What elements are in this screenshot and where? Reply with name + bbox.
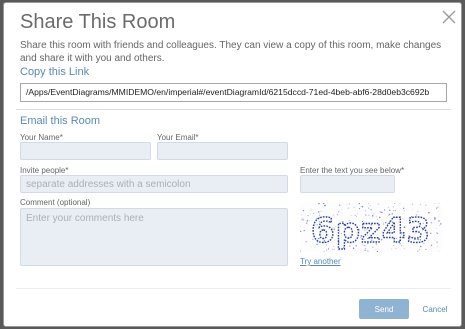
captcha-noise-dot xyxy=(347,207,349,209)
share-room-dialog: Share This Room Share this room with fri… xyxy=(3,2,462,327)
captcha-noise-dot xyxy=(339,204,341,206)
captcha-noise-dot xyxy=(302,219,304,221)
your-name-label: Your Name* xyxy=(20,133,63,142)
captcha-noise-dot xyxy=(301,219,303,221)
captcha-noise-dot xyxy=(392,206,394,208)
captcha-noise-dot xyxy=(301,214,303,216)
email-room-heading: Email this Room xyxy=(20,115,101,127)
captcha-noise-dot xyxy=(353,206,355,208)
captcha-noise-dot xyxy=(308,219,310,221)
captcha-noise-dot xyxy=(424,208,426,210)
captcha-noise-dot xyxy=(306,222,308,224)
captcha-noise-dot xyxy=(346,203,348,205)
captcha-noise-dot xyxy=(411,209,413,211)
cancel-button[interactable]: Cancel xyxy=(417,299,453,319)
captcha-noise-dot xyxy=(300,230,302,232)
captcha-noise-dot xyxy=(307,215,309,217)
captcha-noise-dot xyxy=(361,205,364,208)
invite-people-label: Invite people* xyxy=(20,166,69,175)
captcha-noise-dot xyxy=(318,203,320,205)
captcha-noise-dot xyxy=(440,223,442,225)
close-icon[interactable] xyxy=(441,9,457,25)
captcha-noise-dot xyxy=(434,239,436,241)
try-another-link[interactable]: Try another xyxy=(300,257,341,266)
captcha-noise-dot xyxy=(303,229,305,232)
captcha-noise-dot xyxy=(411,203,413,205)
section-divider xyxy=(16,109,451,110)
captcha-noise-dot xyxy=(310,208,312,209)
captcha-noise-dot xyxy=(393,203,396,204)
captcha-noise-dot xyxy=(322,203,325,204)
captcha-text: 6pz43 xyxy=(311,211,431,251)
captcha-noise-dot xyxy=(358,203,360,205)
captcha-noise-dot xyxy=(306,219,308,221)
your-name-input[interactable] xyxy=(20,142,151,160)
dialog-title: Share This Room xyxy=(20,11,176,33)
captcha-noise-dot xyxy=(300,250,302,252)
invite-people-input[interactable] xyxy=(20,175,288,193)
captcha-noise-dot xyxy=(438,250,440,252)
captcha-noise-dot xyxy=(378,203,380,205)
captcha-noise-dot xyxy=(300,226,301,228)
captcha-noise-dot xyxy=(436,241,438,243)
captcha-label: Enter the text you see below* xyxy=(300,166,405,175)
dialog-description: Share this room with friends and colleag… xyxy=(20,40,442,64)
captcha-noise-dot xyxy=(425,204,427,206)
captcha-noise-dot xyxy=(323,204,325,206)
your-email-label: Your Email* xyxy=(157,133,199,142)
captcha-noise-dot xyxy=(341,208,342,210)
captcha-noise-dot xyxy=(369,205,371,207)
captcha-noise-dot xyxy=(302,209,305,212)
captcha-noise-dot xyxy=(388,206,390,208)
footer-divider xyxy=(16,288,451,289)
captcha-noise-dot xyxy=(438,203,440,204)
captcha-noise-dot xyxy=(438,220,440,222)
captcha-noise-dot xyxy=(305,240,307,243)
captcha-noise-dot xyxy=(434,217,436,219)
captcha-input[interactable] xyxy=(300,175,395,193)
captcha-noise-dot xyxy=(436,207,438,209)
captcha-noise-dot xyxy=(348,203,350,205)
captcha-noise-dot xyxy=(392,203,394,204)
captcha-noise-dot xyxy=(324,204,326,207)
captcha-noise-dot xyxy=(403,207,405,209)
share-link-field[interactable]: /Apps/EventDiagrams/MMIDEMO/en/imperial#… xyxy=(20,83,447,102)
captcha-noise-dot xyxy=(438,211,439,213)
captcha-noise-dot xyxy=(399,203,401,205)
captcha-noise-dot xyxy=(430,244,433,246)
captcha-noise-dot xyxy=(437,246,438,248)
captcha-noise-dot xyxy=(435,227,437,229)
captcha-noise-dot xyxy=(368,207,370,209)
captcha-noise-dot xyxy=(360,205,362,207)
captcha-noise-dot xyxy=(368,203,369,204)
copy-link-heading: Copy this Link xyxy=(20,66,90,78)
captcha-noise-dot xyxy=(306,220,308,222)
captcha-noise-dot xyxy=(434,218,436,220)
captcha-noise-dot xyxy=(387,207,389,209)
captcha-noise-dot xyxy=(376,250,379,252)
captcha-noise-dot xyxy=(302,217,304,219)
captcha-noise-dot xyxy=(436,232,438,234)
send-button[interactable]: Send xyxy=(359,299,409,319)
comment-textarea[interactable] xyxy=(20,208,288,266)
captcha-noise-dot xyxy=(437,216,439,218)
captcha-noise-dot xyxy=(358,208,361,210)
comment-label: Comment (optional) xyxy=(20,198,91,207)
captcha-noise-dot xyxy=(437,206,439,208)
captcha-image: 6pz43 xyxy=(300,203,442,252)
captcha-noise-dot xyxy=(436,232,439,234)
captcha-noise-dot xyxy=(438,225,440,226)
your-email-input[interactable] xyxy=(157,142,288,160)
captcha-noise-dot xyxy=(434,203,436,204)
captcha-noise-dot xyxy=(420,204,422,205)
